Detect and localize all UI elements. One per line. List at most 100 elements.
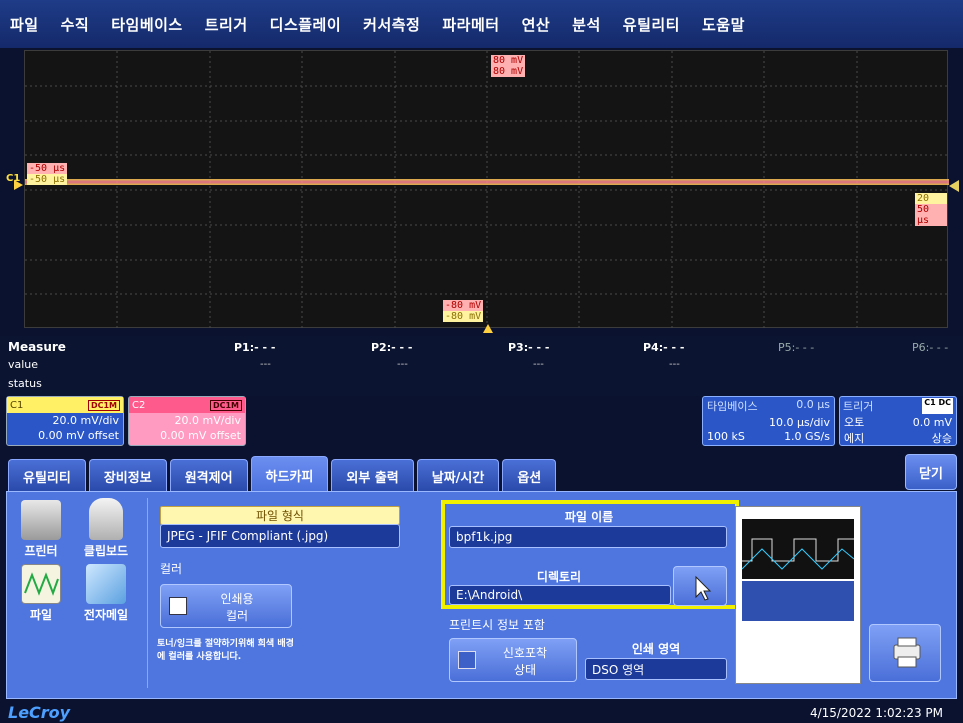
trigger-position-arrow-icon[interactable] [483,324,493,333]
right-label-2: 50 µs [915,204,947,226]
top-label-1: 80 mV [491,55,526,66]
param-p6[interactable]: P6:- - - [912,341,948,354]
color-header: 컬러 [160,562,183,576]
browse-button[interactable] [673,566,727,606]
trigger-level-arrow-icon[interactable] [949,180,959,192]
tab-device-info[interactable]: 장비정보 [88,459,167,493]
measure-title: Measure [8,340,66,354]
trigger-type: 에지 [844,432,865,445]
c2-coupling-badge: DC1M [209,399,242,411]
timebase-samples: 100 kS [707,430,745,443]
signal-state-line1: 신호포착 [502,646,548,660]
printer-option[interactable]: 프린터 [15,500,67,559]
tab-hardcopy[interactable]: 하드카피 [250,456,329,493]
param-p3[interactable]: P3:- - - [508,341,549,354]
menu-item-3[interactable]: 트리거 [205,14,248,35]
print-color-line1: 인쇄용 [220,592,254,606]
divider [147,498,148,688]
c1-coupling-badge: DC1M [87,399,120,411]
c2-offset: 0.00 mV offset [160,429,241,442]
tab-options[interactable]: 옵션 [502,459,557,493]
p2-value: --- [397,359,408,370]
menu-item-6[interactable]: 파라메터 [442,14,499,35]
trigger-slope: 상승 [931,432,952,445]
param-p1[interactable]: P1:- - - [234,341,275,354]
c1-level-arrow-icon[interactable] [14,180,23,190]
trigger-level: 0.0 mV [912,416,952,429]
email-icon [86,564,126,604]
tab-remote[interactable]: 원격제어 [169,459,248,493]
date-time: 4/15/2022 1:02:23 PM [809,706,943,720]
bottom-label-2: -80 mV [443,311,484,322]
param-p4[interactable]: P4:- - - [643,341,684,354]
menu-item-10[interactable]: 도움말 [702,14,745,35]
print-preview [735,506,861,684]
bottom-label-1: -80 mV [443,300,484,311]
trigger-title: 트리거 [843,400,874,413]
dialog-tabs: 유틸리티 장비정보 원격제어 하드카피 외부 출력 날짜/시간 옵션 [8,456,559,493]
signal-state-toggle[interactable]: 신호포착 상태 [449,638,577,682]
c2-name: C2 [132,399,146,411]
signal-state-checkbox[interactable] [458,651,476,669]
file-waveform-icon [21,564,61,604]
trigger-mode: 오토 [844,416,865,429]
menu-item-2[interactable]: 타임베이스 [111,14,183,35]
print-area-select[interactable]: DSO 영역 [585,658,727,680]
file-format-select[interactable]: JPEG - JFIF Compliant (.jpg) [160,524,400,548]
filename-header: 파일 이름 [564,510,614,524]
tab-aux-output[interactable]: 외부 출력 [331,459,414,493]
trigger-source-badge: C1 DC [922,398,953,414]
channel-c2-box[interactable]: C2 DC1M 20.0 mV/div 0.00 mV offset [128,396,246,446]
trigger-box[interactable]: 트리거 C1 DC 오토 0.0 mV 에지 상승 [839,396,957,446]
print-color-checkbox[interactable] [169,597,187,615]
timebase-title: 타임베이스 [707,400,758,413]
hardcopy-panel: 프린터 클립보드 파일 전자메일 파일 형식 JPEG - JFIF Compl… [6,491,957,699]
channel-c1-box[interactable]: C1 DC1M 20.0 mV/div 0.00 mV offset [6,396,124,446]
printer-icon [21,500,61,540]
param-p2[interactable]: P2:- - - [371,341,412,354]
p1-value: --- [260,359,271,370]
printer-label: 프린터 [24,544,58,558]
clipboard-option[interactable]: 클립보드 [73,498,139,559]
measure-status-label: status [8,377,42,390]
file-option[interactable]: 파일 [15,564,67,623]
directory-input[interactable]: E:\Android\ [449,585,671,605]
measure-value-label: value [8,358,39,371]
tab-utility[interactable]: 유틸리티 [8,459,86,493]
p4-value: --- [669,359,680,370]
param-p5[interactable]: P5:- - - [778,341,814,354]
c1-vdiv: 20.0 mV/div [52,414,119,427]
menu-item-7[interactable]: 연산 [522,14,551,35]
printer-icon [893,637,921,668]
menu-item-0[interactable]: 파일 [10,14,39,35]
cursor-icon [695,575,712,601]
timebase-delay: 0.0 µs [796,398,830,411]
print-button[interactable] [869,624,941,682]
top-label-2: 80 mV [491,66,526,77]
include-info-header: 프린트시 정보 포함 [449,618,545,632]
status-footer: LeCroy 4/15/2022 1:02:23 PM [0,700,963,723]
c1-c2-trace [25,179,949,185]
timebase-rate: 1.0 GS/s [784,430,830,443]
print-color-toggle[interactable]: 인쇄용 컬러 [160,584,292,628]
email-option[interactable]: 전자메일 [73,564,139,623]
print-area-header: 인쇄 영역 [631,642,681,656]
filename-input[interactable]: bpf1k.jpg [449,526,727,548]
menu-item-5[interactable]: 커서측정 [363,14,420,35]
grid-lines [25,51,949,329]
tab-date-time[interactable]: 날짜/시간 [416,459,500,493]
waveform-grid[interactable]: 80 mV 80 mV -50 µs -50 µs 20 µs 50 µs -8… [24,50,949,329]
close-button[interactable]: 닫기 [905,454,957,490]
timebase-tdiv: 10.0 µs/div [769,416,830,429]
lecroy-logo: LeCroy [8,703,71,722]
menu-item-9[interactable]: 유틸리티 [623,14,680,35]
signal-state-line2: 상태 [513,663,537,677]
menu-item-8[interactable]: 분석 [572,14,601,35]
email-label: 전자메일 [83,608,129,622]
directory-header: 디렉토리 [536,570,582,584]
timebase-box[interactable]: 타임베이스 0.0 µs 10.0 µs/div 100 kS 1.0 GS/s [702,396,835,446]
menu-item-1[interactable]: 수직 [61,14,90,35]
c1-name: C1 [10,399,24,411]
menu-item-4[interactable]: 디스플레이 [270,14,342,35]
left-label-1: -50 µs [27,163,68,174]
